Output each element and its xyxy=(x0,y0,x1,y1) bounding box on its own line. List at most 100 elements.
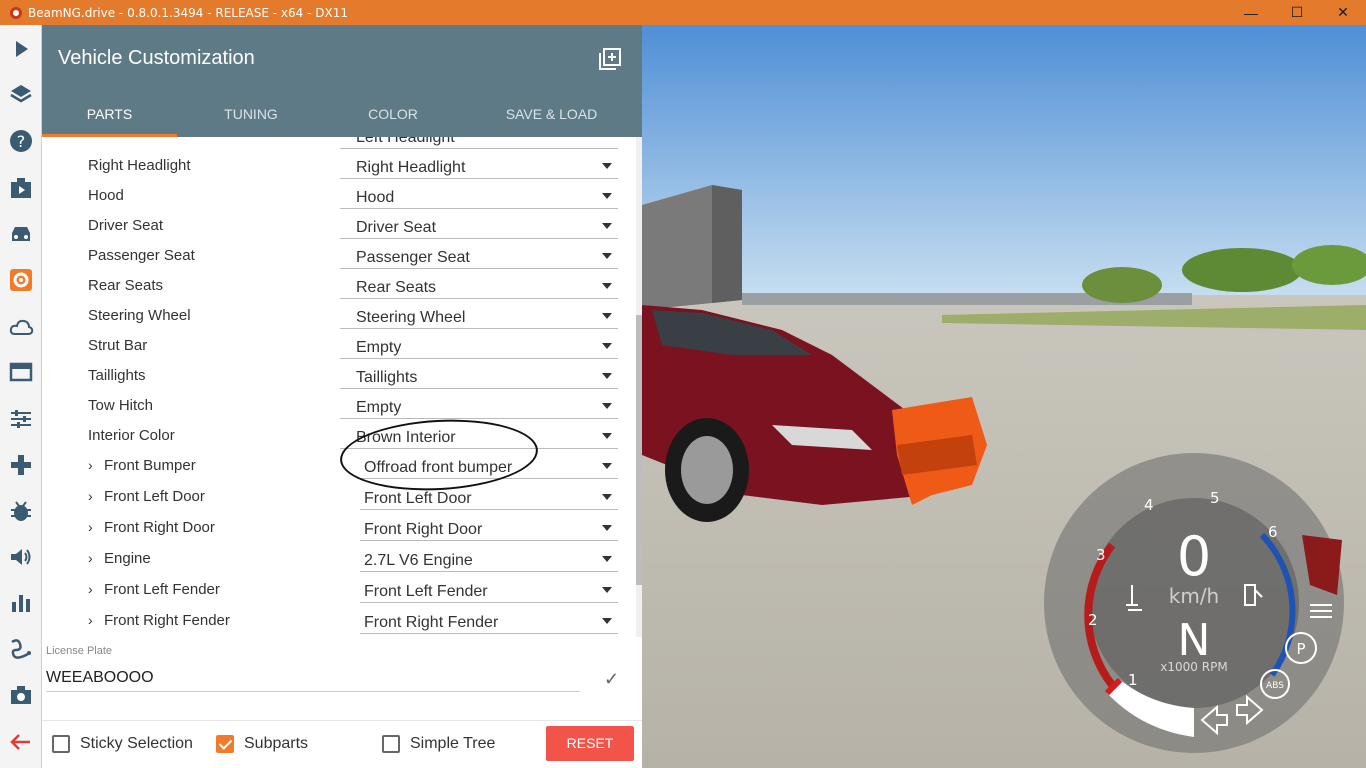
expand-chevron-icon[interactable]: › xyxy=(88,581,93,597)
camera-icon xyxy=(11,686,31,704)
subparts-checkbox[interactable]: Subparts xyxy=(216,735,308,753)
expand-chevron-icon[interactable]: › xyxy=(88,488,93,504)
play-icon xyxy=(16,41,28,57)
building-side xyxy=(712,185,742,303)
beamng-app-icon xyxy=(10,6,22,19)
tick-label: 2 xyxy=(1088,611,1098,629)
parking-brake-label: P xyxy=(1296,640,1305,658)
scenario-icon xyxy=(11,178,31,198)
dropdown-arrow-icon xyxy=(602,163,612,169)
menu-icon xyxy=(9,362,33,382)
part-row: › Front Left Fender Front Left Fender xyxy=(42,567,636,603)
expand-chevron-icon[interactable]: › xyxy=(88,612,93,628)
tab-save-load[interactable]: SAVE & LOAD xyxy=(461,103,642,137)
tab-tuning[interactable]: TUNING xyxy=(177,103,325,137)
dropdown-arrow-icon xyxy=(602,193,612,199)
sticky-selection-label: Sticky Selection xyxy=(80,735,193,752)
part-label: Hood xyxy=(88,187,124,204)
dropdown-arrow-icon xyxy=(602,556,612,562)
tree xyxy=(1082,267,1162,303)
part-label: Front Right Door xyxy=(104,519,215,536)
part-row: Steering Wheel Steering Wheel xyxy=(42,293,636,329)
simple-tree-checkbox[interactable]: Simple Tree xyxy=(382,735,495,753)
part-select-value: Front Right Fender xyxy=(364,614,499,631)
part-row: Interior Color Brown Interior xyxy=(42,413,636,449)
sticky-selection-checkbox[interactable]: Sticky Selection xyxy=(52,735,193,753)
gamepad-icon xyxy=(11,455,31,475)
rpm-label: x1000 RPM xyxy=(1160,660,1227,674)
part-label: Rear Seats xyxy=(88,277,164,294)
expand-chevron-icon[interactable]: › xyxy=(88,550,93,566)
dropdown-arrow-icon xyxy=(602,253,612,259)
part-row: › Front Right Fender Front Right Fender xyxy=(42,598,636,634)
svg-text:?: ? xyxy=(17,132,26,151)
sidebar-button-audio[interactable] xyxy=(0,537,42,577)
tune-icon xyxy=(11,410,31,428)
tick-label: 3 xyxy=(1096,546,1106,564)
dropdown-arrow-icon xyxy=(602,343,612,349)
sidebar-button-play[interactable] xyxy=(0,29,42,69)
sidebar-button-layers[interactable] xyxy=(0,75,42,115)
dropdown-arrow-icon xyxy=(602,223,612,229)
part-label: Front Left Door xyxy=(104,488,205,505)
tick-label: 5 xyxy=(1210,489,1220,507)
parts-list: Left Headlight Right Headlight Right Head… xyxy=(42,137,636,637)
part-label: Steering Wheel xyxy=(88,307,191,324)
panel-title: Vehicle Customization xyxy=(58,47,255,69)
part-row: › Front Bumper Offroad front bumper xyxy=(42,443,636,479)
part-row: Passenger Seat Passenger Seat xyxy=(42,233,636,269)
part-select[interactable]: Front Right Fender xyxy=(360,606,618,634)
reset-button[interactable]: RESET xyxy=(546,726,634,761)
part-row: Driver Seat Driver Seat xyxy=(42,203,636,239)
part-label: Engine xyxy=(104,550,151,567)
part-row: › Engine 2.7L V6 Engine xyxy=(42,536,636,572)
sidebar-button-help[interactable]: ? xyxy=(0,121,42,161)
sidebar-button-cloud[interactable] xyxy=(0,307,42,347)
add-window-icon[interactable] xyxy=(598,47,622,71)
part-row: Right Headlight Right Headlight xyxy=(42,143,636,179)
part-row: › Front Right Door Front Right Door xyxy=(42,505,636,541)
part-label: Right Headlight xyxy=(88,157,191,174)
audio-icon xyxy=(11,549,31,565)
minimize-button[interactable]: — xyxy=(1228,0,1274,25)
expand-chevron-icon[interactable]: › xyxy=(88,457,93,473)
maximize-button[interactable]: ☐ xyxy=(1274,0,1320,25)
part-label: Driver Seat xyxy=(88,217,164,234)
sidebar-button-chart[interactable] xyxy=(0,583,42,623)
sidebar-button-path[interactable] xyxy=(0,629,42,669)
sidebar-button-back-arrow[interactable] xyxy=(0,722,42,762)
part-label: Front Left Fender xyxy=(104,581,220,598)
dropdown-arrow-icon xyxy=(602,313,612,319)
checkbox-box-checked xyxy=(216,735,234,753)
title-bar: BeamNG.drive - 0.8.0.1.3494 - RELEASE - … xyxy=(0,0,1366,25)
sidebar-button-gear[interactable] xyxy=(0,260,42,300)
sidebar-button-camera[interactable] xyxy=(0,675,42,715)
panel-tabs: PARTS TUNING COLOR SAVE & LOAD xyxy=(42,103,642,137)
tab-parts[interactable]: PARTS xyxy=(42,103,177,137)
sidebar-button-gamepad[interactable] xyxy=(0,445,42,485)
part-label: Strut Bar xyxy=(88,337,148,354)
sidebar-button-tune[interactable] xyxy=(0,399,42,439)
chart-icon xyxy=(12,595,30,612)
license-plate-input[interactable]: WEEABOOOO xyxy=(46,669,154,687)
sidebar-button-vehicle[interactable] xyxy=(0,214,42,254)
path-icon xyxy=(11,639,31,659)
apply-check-icon[interactable]: ✓ xyxy=(604,669,619,690)
panel-footer: Sticky Selection Subparts Simple Tree RE… xyxy=(42,720,642,768)
sidebar-button-scenario[interactable] xyxy=(0,168,42,208)
dropdown-arrow-icon xyxy=(602,403,612,409)
dropdown-arrow-icon xyxy=(602,433,612,439)
part-row: Tow Hitch Empty xyxy=(42,383,636,419)
part-row: Hood Hood xyxy=(42,173,636,209)
close-button[interactable]: ✕ xyxy=(1320,0,1366,25)
sidebar-button-bug[interactable] xyxy=(0,491,42,531)
window-title: BeamNG.drive - 0.8.0.1.3494 - RELEASE - … xyxy=(28,5,348,20)
expand-chevron-icon[interactable]: › xyxy=(88,519,93,535)
tree xyxy=(1182,248,1302,292)
game-viewport[interactable]: 0 km/h N x1000 RPM 1 2 3 4 5 6 P ABS xyxy=(642,25,1366,768)
tick-label: 6 xyxy=(1268,523,1278,541)
sidebar-button-menu[interactable] xyxy=(0,352,42,392)
tick-label: 4 xyxy=(1144,496,1154,514)
cloud-icon xyxy=(9,319,34,335)
tab-color[interactable]: COLOR xyxy=(325,103,461,137)
